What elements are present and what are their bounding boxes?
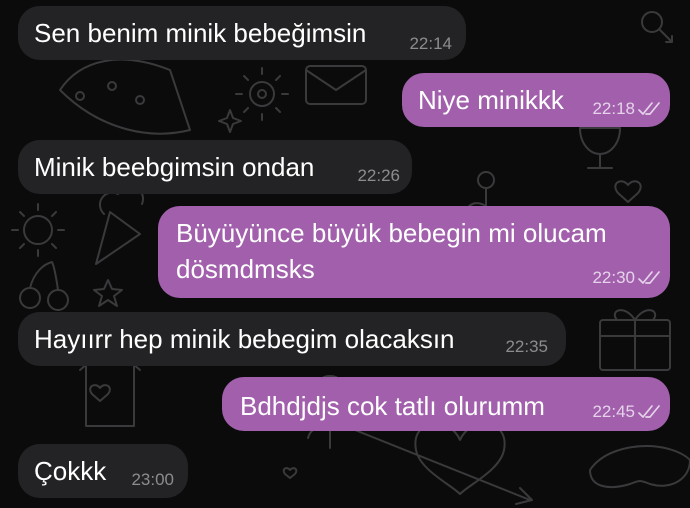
message-text-line: Büyüyünce büyük bebegin mi olucam	[176, 218, 607, 248]
message-time: 22:35	[505, 337, 548, 356]
message-bubble-outgoing[interactable]: Büyüyünce büyük bebegin mi olucam dösmdm…	[158, 206, 670, 298]
message-meta: 22:18	[592, 99, 660, 119]
double-check-icon	[638, 271, 660, 284]
message-text: Sen benim minik bebeğimsin	[34, 18, 367, 48]
message-text: Minik beebgimsin ondan	[34, 152, 315, 182]
message-text: Niye minikkk	[418, 85, 564, 115]
message-text: Çokkk	[34, 456, 107, 486]
message-meta: 23:00	[131, 470, 174, 490]
heart-doodle-icon	[614, 180, 642, 203]
message-meta: 22:45	[592, 402, 660, 422]
message-text-line: dösmdmsks	[176, 254, 315, 284]
double-check-icon	[638, 102, 660, 115]
envelope-doodle-icon	[305, 65, 367, 105]
message-text: Bdhdjdjs cok tatlı olurumm	[240, 391, 545, 421]
message-bubble-incoming[interactable]: Çokkk 23:00	[18, 444, 188, 498]
message-meta: 22:14	[409, 34, 452, 54]
sparkle-doodle-icon	[218, 109, 242, 133]
message-bubble-incoming[interactable]: Sen benim minik bebeğimsin 22:14	[18, 6, 466, 60]
cone-doodle-icon	[95, 185, 145, 265]
cake-doodle-icon	[59, 58, 191, 135]
chat-view[interactable]: Sen benim minik bebeğimsin 22:14 Niye mi…	[0, 0, 690, 508]
message-meta: 22:30	[592, 268, 660, 288]
message-bubble-incoming[interactable]: Hayıırr hep minik bebegim olacaksın 22:3…	[18, 312, 566, 366]
message-time: 22:30	[592, 268, 635, 287]
message-bubble-incoming[interactable]: Minik beebgimsin ondan 22:26	[18, 140, 412, 194]
gift-doodle-icon	[599, 309, 671, 371]
gender-symbol-doodle-icon	[641, 11, 673, 43]
message-text: Hayıırr hep minik bebegim olacaksın	[34, 324, 455, 354]
message-bubble-outgoing[interactable]: Niye minikkk 22:18	[402, 73, 670, 127]
dandelion-doodle-icon	[11, 203, 65, 257]
glass-doodle-icon	[579, 127, 621, 169]
small-heart-doodle-icon	[282, 467, 298, 479]
message-meta: 22:35	[505, 337, 548, 357]
mask-doodle-icon	[589, 445, 690, 488]
message-bubble-outgoing[interactable]: Bdhdjdjs cok tatlı olurumm 22:45	[222, 377, 670, 431]
big-heart-arrow-doodle-icon	[329, 419, 533, 505]
message-time: 22:45	[592, 402, 635, 421]
message-time: 22:18	[592, 99, 635, 118]
message-time: 22:14	[409, 34, 452, 53]
cherry-doodle-icon	[19, 261, 69, 311]
sun-doodle-icon	[235, 67, 289, 121]
message-time: 22:26	[357, 166, 400, 185]
star-doodle-icon	[93, 279, 123, 307]
message-meta: 22:26	[357, 166, 400, 186]
double-check-icon	[638, 405, 660, 418]
message-time: 23:00	[131, 470, 174, 489]
